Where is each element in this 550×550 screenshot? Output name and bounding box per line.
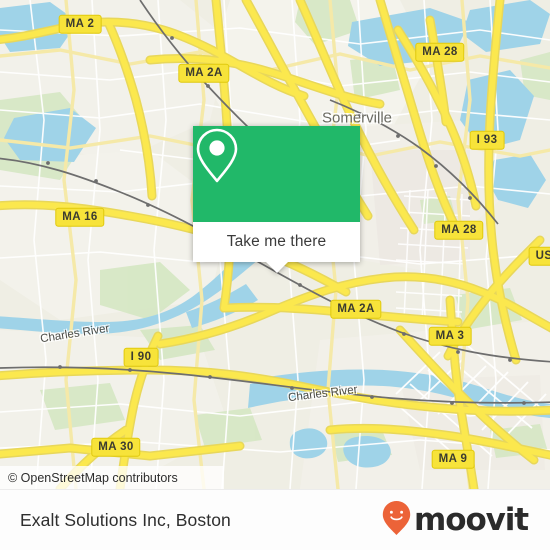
location-popup-card[interactable]: Take me there [193,126,360,273]
popup-tail [265,262,288,273]
map-attribution[interactable]: © OpenStreetMap contributors [0,466,224,489]
highway-shield: MA 30 [91,437,141,457]
highway-shield: MA 9 [431,449,475,469]
moovit-brand[interactable]: moovit [381,500,529,541]
take-me-there-button[interactable]: Take me there [227,233,327,251]
footer-bar: Exalt Solutions Inc, Boston moovit [0,489,550,550]
moovit-map-page: Somerville Charles River Charles River M… [0,0,550,550]
moovit-wordmark: moovit [414,502,529,538]
highway-shield: MA 28 [415,42,465,62]
attribution-text: © OpenStreetMap contributors [8,470,178,485]
popup-action-area[interactable]: Take me there [193,222,360,273]
map-place-label: Somerville [321,109,393,127]
highway-shield: MA 2A [330,299,382,319]
highway-shield: MA 16 [55,207,105,227]
popup-icon-area [193,126,360,222]
highway-shield: MA 2A [178,63,230,83]
highway-shield: I 90 [123,347,159,367]
highway-shield: US [528,246,550,266]
highway-shield: I 93 [469,130,505,150]
highway-shield: MA 2 [58,14,102,34]
map-canvas[interactable]: Somerville Charles River Charles River M… [0,0,550,489]
highway-shield: MA 28 [434,220,484,240]
location-title: Exalt Solutions Inc, Boston [20,509,231,530]
moovit-pin-smiley-icon [381,500,412,541]
highway-shield: MA 3 [428,326,472,346]
